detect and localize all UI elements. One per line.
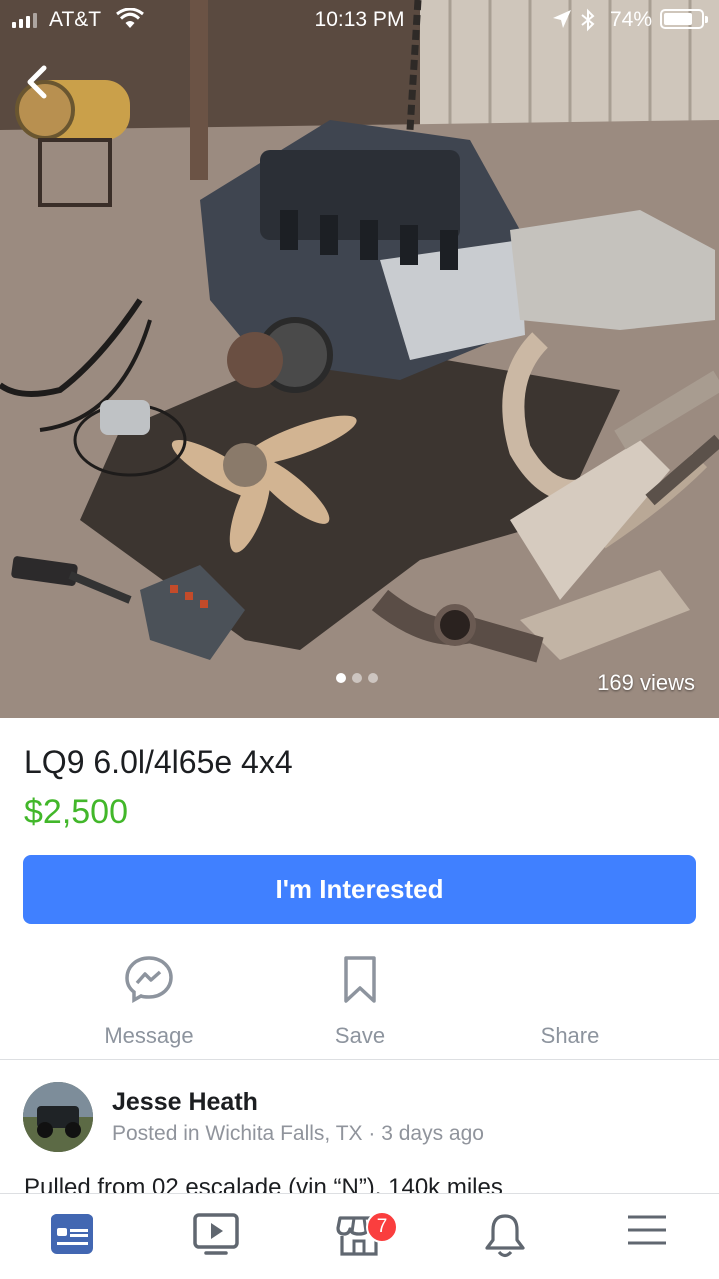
im-interested-button[interactable]: I'm Interested bbox=[23, 855, 696, 924]
save-label: Save bbox=[334, 1023, 386, 1048]
status-bar: AT&T 10:13 PM 74% bbox=[0, 0, 719, 40]
marketplace-notification-badge: 7 bbox=[366, 1211, 398, 1243]
listing-title: LQ9 6.0l/4l65e 4x4 bbox=[24, 744, 293, 780]
battery-icon bbox=[660, 9, 708, 29]
hamburger-menu-icon bbox=[628, 1215, 666, 1245]
listing-price: $2,500 bbox=[24, 793, 128, 831]
view-count: 169 views bbox=[597, 670, 695, 695]
bookmark-icon bbox=[260, 955, 460, 1009]
seller-name[interactable]: Jesse Heath bbox=[112, 1088, 258, 1117]
message-label: Message bbox=[104, 1023, 194, 1048]
listing-meta: Posted in Wichita Falls, TX · 3 days ago bbox=[112, 1122, 484, 1145]
share-button[interactable]: Share bbox=[470, 955, 670, 1049]
seller-avatar[interactable] bbox=[23, 1082, 93, 1152]
engine-photo-illustration bbox=[0, 0, 719, 718]
carousel-dot[interactable] bbox=[368, 673, 378, 683]
watch-video-icon bbox=[193, 1213, 239, 1255]
bell-icon bbox=[485, 1214, 525, 1258]
tab-news-feed[interactable] bbox=[42, 1212, 102, 1262]
messenger-icon bbox=[49, 955, 249, 1009]
carousel-dot-active[interactable] bbox=[336, 673, 346, 683]
divider bbox=[0, 1059, 719, 1060]
listing-photo[interactable]: AT&T 10:13 PM 74% 169 views bbox=[0, 0, 719, 718]
share-icon bbox=[470, 955, 670, 1009]
save-button[interactable]: Save bbox=[260, 955, 460, 1049]
tab-watch[interactable] bbox=[186, 1212, 246, 1262]
share-label: Share bbox=[540, 1023, 600, 1048]
back-chevron-icon[interactable] bbox=[22, 62, 54, 102]
battery-percent: 74% bbox=[610, 8, 653, 31]
carousel-indicator[interactable] bbox=[336, 673, 378, 683]
news-feed-icon bbox=[51, 1214, 93, 1254]
tab-menu[interactable] bbox=[617, 1212, 677, 1262]
message-button[interactable]: Message bbox=[49, 955, 249, 1049]
bottom-tab-bar bbox=[0, 1193, 719, 1279]
tab-notifications[interactable] bbox=[475, 1212, 535, 1262]
carousel-dot[interactable] bbox=[352, 673, 362, 683]
